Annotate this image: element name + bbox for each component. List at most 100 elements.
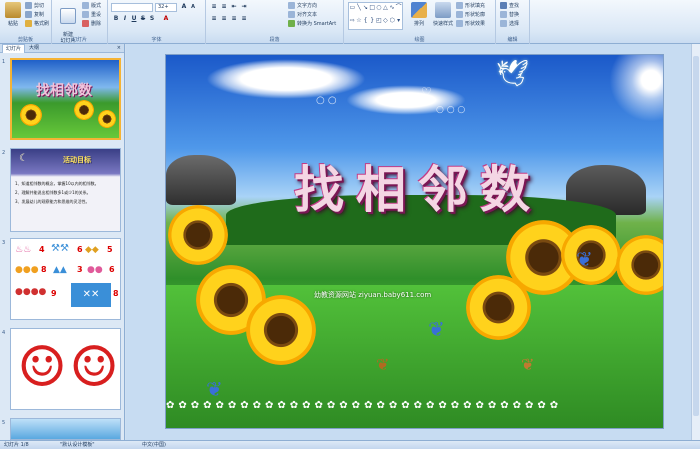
slides-group-label: 幻灯片 <box>71 37 87 43</box>
hammer-icon: ⚒⚒ <box>51 243 69 254</box>
underline-icon[interactable]: U <box>130 15 138 23</box>
tab-outline[interactable]: 大纲 <box>26 44 42 53</box>
grow-font-icon[interactable]: A <box>180 3 188 11</box>
vertical-scrollbar[interactable] <box>691 44 700 440</box>
line-shape-icon[interactable]: ╲ <box>356 3 363 16</box>
copy-button[interactable]: 复制 <box>25 11 44 20</box>
ball-icon: ●● <box>87 265 103 275</box>
copy-icon <box>25 11 32 18</box>
sun <box>606 55 663 125</box>
cross-icon: ✕✕ <box>71 283 111 307</box>
smartart-button[interactable]: 转换为 SmartArt <box>288 20 336 29</box>
increase-indent-icon[interactable]: ⇥ <box>240 3 248 11</box>
shrink-font-icon[interactable]: A <box>189 3 197 11</box>
pen-icon <box>456 11 463 18</box>
align-center-icon[interactable]: ≡ <box>220 15 228 23</box>
brace-shape-icon[interactable]: { <box>362 16 369 29</box>
slide-count: 幻灯片 1/8 <box>4 442 29 448</box>
bubble-icon: ○ ○ ○ <box>436 105 466 115</box>
replace-button[interactable]: 替换 <box>500 11 519 20</box>
bold-icon[interactable]: B <box>112 15 120 23</box>
slide-thumbnail-4[interactable]: ☺ ☺ <box>10 328 121 410</box>
quick-styles-button[interactable]: 快速样式 <box>432 2 454 32</box>
slide-number-1: 1 <box>2 59 6 65</box>
textbox-shape-icon[interactable]: ▭ <box>349 3 356 16</box>
paragraph-group-label: 段落 <box>269 37 280 43</box>
slide-thumbnail-5[interactable] <box>10 418 121 440</box>
text-direction-button[interactable]: 文字方向 <box>288 2 317 11</box>
smiley-numeral-icon: ☺ <box>17 335 68 400</box>
format-painter-button[interactable]: 格式刷 <box>25 20 49 29</box>
justify-icon[interactable]: ≡ <box>240 15 248 23</box>
italic-icon[interactable]: I <box>121 15 129 23</box>
new-slide-icon <box>60 8 76 24</box>
editing-group: 查找 替换 选择 编辑 <box>496 0 530 44</box>
slide-number-5: 5 <box>2 420 6 426</box>
slide-thumbnail-3[interactable]: ♨♨ 4 ⚒⚒ 6 ◆◆ 5 ●●● 8 ▲▲ 3 ●● 6 ●●●● 9 ✕✕… <box>10 238 121 320</box>
arrow-shape-icon[interactable]: ↘ <box>362 3 369 16</box>
daisy-field: ✿✿✿✿✿✿✿✿✿✿✿✿✿✿✿✿✿✿✿✿✿✿✿✿✿✿✿✿✿✿✿✿ <box>166 400 563 411</box>
font-size-combo[interactable]: 32+ <box>155 3 177 12</box>
quick-styles-icon <box>435 2 451 18</box>
scissors-icon <box>25 2 32 9</box>
slide-number-4: 4 <box>2 330 6 336</box>
arrange-button[interactable]: 排列 <box>408 2 430 32</box>
shape-outline-button[interactable]: 形状轮廓 <box>456 11 485 20</box>
callout-shape-icon[interactable]: ◰ <box>376 16 383 29</box>
sunflower <box>466 275 531 340</box>
more-shapes-icon[interactable]: ▾ <box>395 16 402 29</box>
decrease-indent-icon[interactable]: ⇤ <box>230 3 238 11</box>
scrollbar-thumb[interactable] <box>693 56 699 416</box>
align-text-button[interactable]: 对齐文本 <box>288 11 317 20</box>
find-button[interactable]: 查找 <box>500 2 519 11</box>
curve-shape-icon[interactable]: ∿ <box>389 3 396 16</box>
strikethrough-icon[interactable]: S <box>139 15 147 23</box>
slide-thumbnail-1[interactable]: 找相邻数 <box>10 58 121 140</box>
paragraph-group: ≡ ≡ ⇤ ⇥ ≡ ≡ ≡ ≡ 文字方向 对齐文本 转换为 SmartArt 段… <box>206 0 344 44</box>
star-shape-icon[interactable]: ☆ <box>356 16 363 29</box>
bullets-icon[interactable]: ≡ <box>210 3 218 11</box>
clipboard-group-label: 剪贴板 <box>17 37 33 43</box>
align-left-icon[interactable]: ≡ <box>210 15 218 23</box>
current-slide[interactable]: 🕊 ○ ○ ♡ ○ ○ ○ 找 相 邻 数 幼教资源网站 ziyuan.baby… <box>165 54 664 429</box>
delete-icon <box>82 20 89 27</box>
bubble-icon: ○ ○ <box>316 95 337 106</box>
shape-effects-button[interactable]: 形状效果 <box>456 20 485 29</box>
oval-shape-icon[interactable]: ○ <box>376 3 383 16</box>
fish-icon: ◆◆ <box>85 245 99 255</box>
triangle-shape-icon[interactable]: △ <box>382 3 389 16</box>
diamond-shape-icon[interactable]: ◇ <box>382 16 389 29</box>
slide-number-2: 2 <box>2 150 6 156</box>
binoculars-icon <box>500 2 507 9</box>
slide-thumbnail-2[interactable]: ☾ 活动目标 1、知道相邻数的概念，掌握10以内的相邻数。 2、理解并能说出相邻… <box>10 148 121 232</box>
close-icon[interactable]: × <box>117 44 121 53</box>
font-group-label: 字体 <box>151 37 162 43</box>
ribbon: 粘贴 剪切 复制 格式刷 剪贴板 新建 幻灯片 版式 重设 删除 幻灯片 32+… <box>0 0 700 44</box>
select-button[interactable]: 选择 <box>500 20 519 29</box>
arrange-icon <box>411 2 427 18</box>
paste-button[interactable]: 粘贴 <box>2 2 24 32</box>
freeform-shape-icon[interactable]: ⌒ <box>395 3 402 16</box>
layout-button[interactable]: 版式 <box>82 2 101 11</box>
align-right-icon[interactable]: ≡ <box>230 15 238 23</box>
moon-icon: ☾ <box>19 153 28 164</box>
watermark-text: 幼教资源网站 ziyuan.baby611.com <box>314 291 432 299</box>
slide-number-3: 3 <box>2 240 6 246</box>
numbering-icon[interactable]: ≡ <box>220 3 228 11</box>
shape-fill-button[interactable]: 形状填充 <box>456 2 485 11</box>
font-name-combo[interactable] <box>111 3 153 12</box>
rect-shape-icon[interactable]: □ <box>369 3 376 16</box>
cut-button[interactable]: 剪切 <box>25 2 44 11</box>
font-color-icon[interactable]: A <box>162 15 170 23</box>
brace-close-shape-icon[interactable]: } <box>369 16 376 29</box>
block-arrow-shape-icon[interactable]: ⇨ <box>349 16 356 29</box>
reset-button[interactable]: 重设 <box>82 11 101 20</box>
tab-slides[interactable]: 幻灯片 <box>2 44 26 53</box>
delete-slide-button[interactable]: 删除 <box>82 20 101 29</box>
shapes-gallery[interactable]: ▭ ╲ ↘ □ ○ △ ∿ ⌒ ⇨ ☆ { } ◰ ◇ ⬡ ▾ <box>348 2 403 30</box>
hexagon-shape-icon[interactable]: ⬡ <box>389 16 396 29</box>
new-slide-button[interactable]: 新建 幻灯片 <box>56 2 80 44</box>
effects-icon <box>456 20 463 27</box>
butterfly-icon: ❦ <box>206 377 223 401</box>
shadow-icon[interactable]: S <box>148 15 156 23</box>
